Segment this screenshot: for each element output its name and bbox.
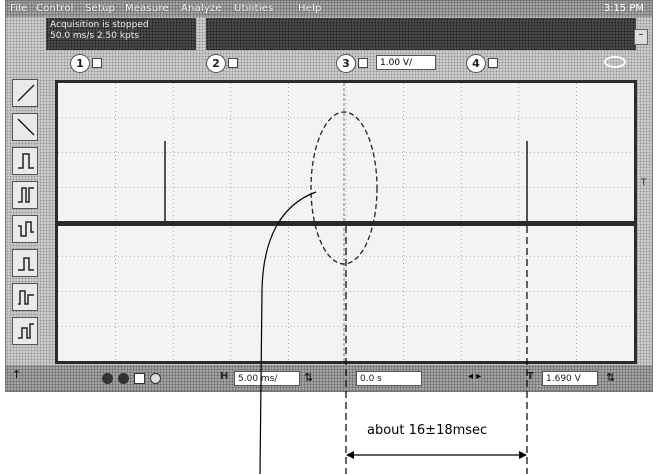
span-arrow-left-head xyxy=(346,451,354,459)
figure-stage: File Control Setup Measure Analyze Utili… xyxy=(0,0,657,474)
measurement-label: about 16±18msec xyxy=(367,423,488,438)
annotation-overlay xyxy=(259,111,528,474)
leader-line xyxy=(259,191,317,474)
span-arrow-right-head xyxy=(519,451,527,459)
highlight-ellipse xyxy=(310,111,378,265)
